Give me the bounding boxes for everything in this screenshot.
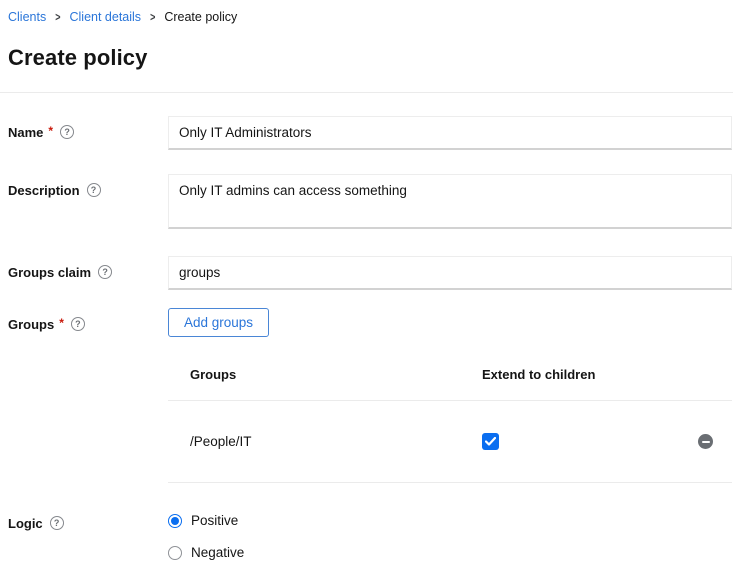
description-field-wrap: Only IT admins can access something <box>168 174 732 232</box>
group-row-actions-cell <box>662 401 732 483</box>
groups-table-header-row: Groups Extend to children <box>168 359 732 401</box>
required-asterisk: * <box>59 317 64 330</box>
create-policy-form: Name * ? Description ? Only IT admins ca… <box>8 93 733 560</box>
groups-claim-label-text: Groups claim <box>8 265 91 280</box>
logic-negative-label: Negative <box>191 545 244 560</box>
logic-label-text: Logic <box>8 516 43 531</box>
required-asterisk: * <box>48 125 53 138</box>
logic-row: Logic ? Positive Negative <box>8 507 732 560</box>
name-input[interactable] <box>168 116 732 150</box>
name-label: Name * ? <box>8 116 168 150</box>
breadcrumb-separator-icon: > <box>55 11 60 24</box>
name-row: Name * ? <box>8 116 732 150</box>
group-table-row: /People/IT <box>168 401 732 483</box>
logic-negative-radio[interactable]: Negative <box>168 545 732 560</box>
remove-group-button[interactable] <box>698 434 713 449</box>
radio-selected-icon <box>168 514 182 528</box>
breadcrumb: Clients > Client details > Create policy <box>8 10 733 24</box>
breadcrumb-current-page: Create policy <box>164 10 237 24</box>
extend-to-children-checkbox[interactable] <box>482 433 499 450</box>
group-path-cell: /People/IT <box>168 401 480 483</box>
add-groups-button[interactable]: Add groups <box>168 308 269 337</box>
groups-claim-row: Groups claim ? <box>8 256 732 290</box>
description-label-text: Description <box>8 183 80 198</box>
radio-unselected-icon <box>168 546 182 560</box>
groups-claim-help-icon[interactable]: ? <box>98 265 112 279</box>
description-help-icon[interactable]: ? <box>87 183 101 197</box>
groups-table: Groups Extend to children /People/IT <box>168 359 732 483</box>
name-label-text: Name <box>8 125 43 140</box>
extend-to-children-column-header: Extend to children <box>480 359 662 401</box>
description-label: Description ? <box>8 174 168 232</box>
logic-positive-radio[interactable]: Positive <box>168 513 732 528</box>
name-field-wrap <box>168 116 732 150</box>
groups-label-text: Groups <box>8 317 54 332</box>
name-help-icon[interactable]: ? <box>60 125 74 139</box>
groups-claim-label: Groups claim ? <box>8 256 168 290</box>
description-row: Description ? Only IT admins can access … <box>8 174 732 232</box>
groups-claim-input[interactable] <box>168 256 732 290</box>
logic-radio-group: Positive Negative <box>168 507 732 560</box>
groups-claim-field-wrap <box>168 256 732 290</box>
page-title: Create policy <box>8 45 733 71</box>
extend-to-children-cell <box>480 401 662 483</box>
groups-label: Groups * ? <box>8 308 168 483</box>
breadcrumb-client-details-link[interactable]: Client details <box>69 10 141 24</box>
breadcrumb-separator-icon: > <box>150 11 155 24</box>
checkmark-icon <box>485 437 496 446</box>
groups-column-header: Groups <box>168 359 480 401</box>
description-textarea[interactable]: Only IT admins can access something <box>168 174 732 229</box>
minus-circle-icon <box>702 441 710 443</box>
breadcrumb-clients-link[interactable]: Clients <box>8 10 46 24</box>
actions-column-header <box>662 359 732 401</box>
groups-field: Add groups Groups Extend to children /Pe… <box>168 308 732 483</box>
logic-positive-label: Positive <box>191 513 238 528</box>
groups-row: Groups * ? Add groups Groups Extend to c… <box>8 308 732 483</box>
logic-label: Logic ? <box>8 507 168 560</box>
create-policy-page: Clients > Client details > Create policy… <box>0 0 733 560</box>
logic-help-icon[interactable]: ? <box>50 516 64 530</box>
groups-help-icon[interactable]: ? <box>71 317 85 331</box>
